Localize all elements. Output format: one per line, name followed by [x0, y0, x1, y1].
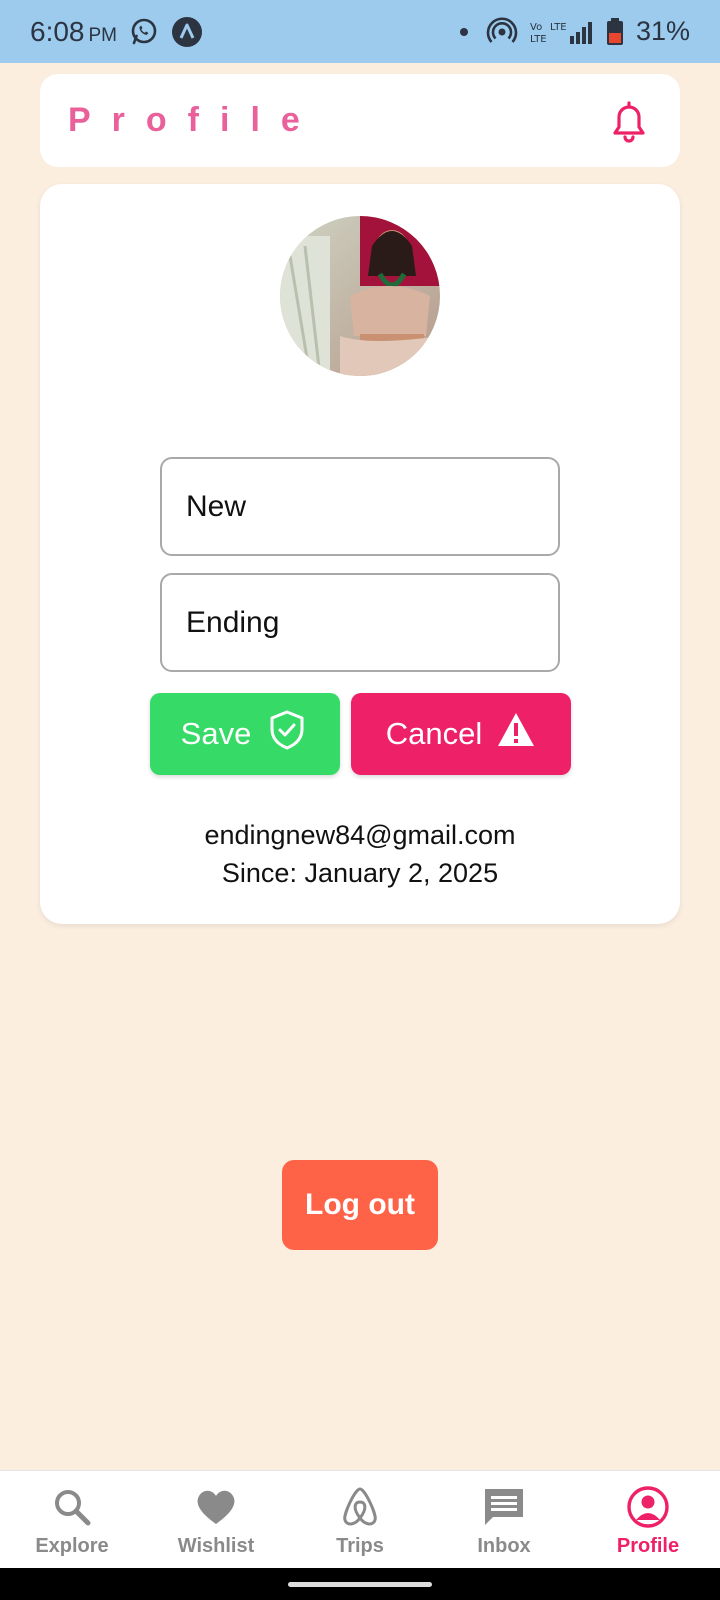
avatar[interactable] [280, 216, 440, 376]
status-time-period: PM [88, 24, 118, 46]
cancel-label: Cancel [385, 716, 483, 751]
svg-text:LTE: LTE [530, 34, 547, 45]
signal-icon: Vo LTE LTE [530, 18, 594, 46]
email-text: endingnew84@gmail.com [204, 820, 516, 850]
battery-percentage: 31% [635, 16, 690, 46]
battery-icon [606, 17, 624, 46]
hotspot-icon [486, 16, 518, 48]
member-since-text: Since: January 2, 2025 [221, 858, 499, 888]
nav-label: Trips [336, 1535, 384, 1557]
header-card: Profile [40, 74, 680, 167]
heart-icon [194, 1485, 238, 1529]
airbnb-logo-icon [338, 1485, 382, 1529]
cancel-button[interactable]: Cancel [351, 693, 571, 775]
bell-icon[interactable] [606, 96, 652, 146]
svg-text:Vo: Vo [530, 22, 542, 33]
app-notification-icon [171, 16, 203, 48]
save-label: Save [180, 716, 252, 751]
status-bar: 6:08 PM Vo LTE LTE 31% [0, 0, 720, 63]
page-title: Profile [68, 101, 321, 139]
nav-item-trips[interactable]: Trips [288, 1471, 432, 1568]
svg-text:LTE: LTE [550, 22, 567, 33]
gesture-bar [0, 1568, 720, 1600]
status-time: 6:08 PM [30, 16, 117, 48]
gesture-handle[interactable] [288, 1582, 432, 1587]
nav-item-inbox[interactable]: Inbox [432, 1471, 576, 1568]
user-circle-icon [626, 1485, 670, 1529]
whatsapp-icon [129, 17, 159, 47]
bottom-nav: Explore Wishlist Trips Inbox Profile [0, 1470, 720, 1568]
first-name-field[interactable] [160, 457, 560, 556]
profile-card: Save Cancel endingnew84@gmail.com Since:… [40, 184, 680, 924]
warning-icon [496, 711, 536, 757]
save-button[interactable]: Save [150, 693, 340, 775]
status-time-value: 6:08 [30, 15, 85, 47]
logout-button[interactable]: Log out [282, 1160, 438, 1250]
shield-check-icon [265, 708, 309, 760]
nav-item-explore[interactable]: Explore [0, 1471, 144, 1568]
nav-item-profile[interactable]: Profile [576, 1471, 720, 1568]
notification-dot-icon [454, 22, 474, 42]
nav-label: Inbox [477, 1535, 531, 1557]
nav-label: Explore [35, 1535, 109, 1557]
nav-item-wishlist[interactable]: Wishlist [144, 1471, 288, 1568]
last-name-field[interactable] [160, 573, 560, 672]
nav-label: Wishlist [177, 1535, 255, 1557]
nav-label: Profile [616, 1535, 680, 1557]
message-icon [482, 1485, 526, 1529]
search-icon [50, 1485, 94, 1529]
